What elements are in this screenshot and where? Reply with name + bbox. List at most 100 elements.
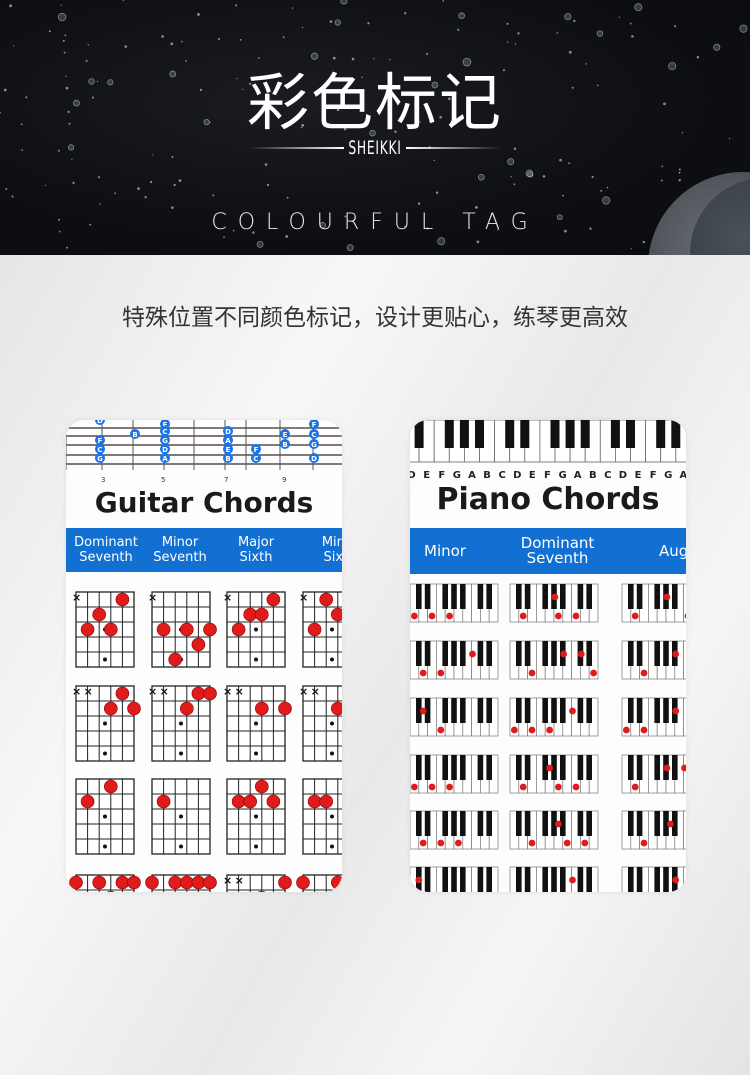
key-letter: E [529,470,536,481]
finger-position-dot [319,592,334,607]
column-header: Minor [424,541,466,560]
fret-inlay-dot [254,627,258,632]
mini-black-key [542,641,548,666]
finger-position-dot [331,875,342,890]
star-dot [564,13,572,21]
mini-black-key [551,641,557,666]
finger-position-dot [115,875,130,890]
star-dot [48,30,51,33]
finger-position-dot [191,686,206,701]
mini-black-key [486,698,492,723]
star-dot [124,45,128,48]
mini-black-key [442,698,448,723]
key-letter: G [664,470,672,481]
fret-number: 5 [161,476,165,484]
star-dot [217,37,220,41]
piano-card-title: Piano Chords [436,482,660,517]
fretboard-note-label: G [162,437,168,445]
chord-note-marker [569,876,576,884]
black-key [580,420,590,448]
mini-black-key [654,584,660,609]
star-dot [674,25,677,28]
mini-black-key [516,811,522,836]
key-letter: G [453,470,461,481]
chord-note-marker [577,650,585,658]
chord-note-marker [419,669,427,677]
star-dot [517,32,520,35]
chord-note-marker [563,839,571,847]
fret-inlay-dot [254,657,258,662]
star-dot [506,22,509,25]
fret-inlay-dot [330,627,334,632]
mini-black-key [477,811,484,836]
mini-black-key [628,698,634,723]
mini-white-key [683,640,686,680]
star-dot [458,12,465,20]
fretboard-note-label: D [162,446,168,454]
mini-black-key [636,811,643,836]
black-key [459,420,469,448]
black-key [565,420,575,448]
mini-black-key [577,584,584,609]
finger-position-dot [319,794,334,809]
chord-note-marker [437,669,445,677]
mini-black-key [654,867,660,892]
fretboard-note-label: C [162,428,167,436]
star-dot [404,12,407,15]
star-dot [367,22,370,25]
finger-position-dot [203,875,217,890]
piano-chords-card: DEFGABCDEFGABCDEFGA Piano Chords Minor D… [410,420,686,892]
star-dot [506,41,509,43]
fret-inlay-dot [254,814,258,819]
mini-black-key [577,811,584,836]
fretboard-note-label: C [253,455,258,463]
chord-note-marker [560,650,568,658]
mini-black-key [636,698,643,723]
mini-black-key [577,698,584,723]
mini-black-key [560,867,566,892]
mini-black-key [542,867,548,892]
chord-note-marker [672,707,680,715]
mini-black-key [628,811,634,836]
finger-position-dot [231,794,246,809]
mini-black-key [524,811,531,836]
mini-black-key [654,755,660,780]
key-letter: B [589,470,597,481]
mini-black-key [672,584,678,609]
mini-black-key [636,755,643,780]
star-dot [181,40,183,43]
mini-black-key [636,867,643,892]
fretboard-note-label: F [254,446,259,454]
star-dot [235,4,238,7]
mini-black-key [672,755,678,780]
fret-inlay-dot [103,844,107,849]
chord-note-marker [667,820,674,828]
mini-black-key [636,641,643,666]
chord-note-marker [569,707,576,715]
mini-black-key [577,755,584,780]
mini-black-key [663,867,669,892]
black-key [444,420,454,448]
mini-black-key [551,867,557,892]
star-dot [57,12,67,22]
mini-black-key [636,584,643,609]
finger-position-dot [180,875,194,890]
star-dot [13,45,15,47]
finger-position-dot [115,592,130,607]
mini-black-key [486,867,492,892]
mini-white-key [683,697,686,737]
finger-position-dot [156,794,171,809]
fret-number: 7 [224,476,228,484]
mini-black-key [416,584,422,609]
star-dot [87,44,89,46]
mini-black-key [477,698,484,723]
muted-string-x: × [148,685,157,698]
mini-black-key [663,641,669,666]
star-dot [542,175,546,178]
chord-note-marker [581,839,589,847]
finger-position-dot [103,701,118,716]
muted-string-x: × [72,591,81,604]
fretboard-note-label: E [226,446,231,454]
muted-string-x: × [148,591,157,604]
key-letter: F [650,470,657,481]
